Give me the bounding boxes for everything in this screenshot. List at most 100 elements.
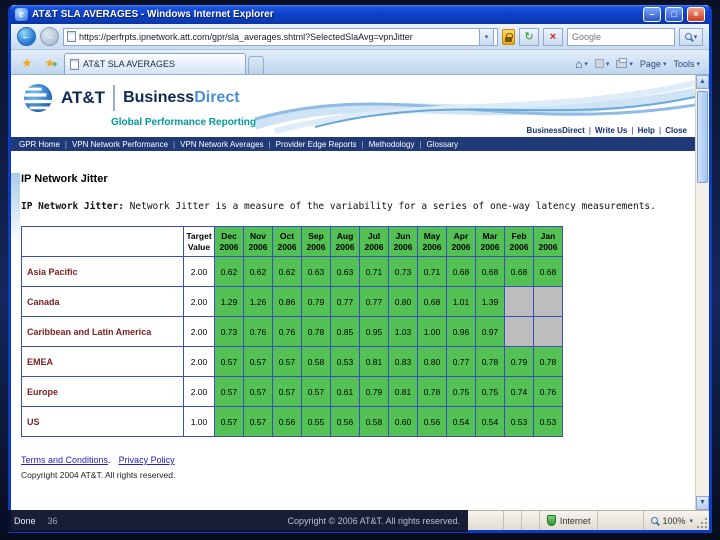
att-globe-icon [23,83,53,113]
region-cell: Caribbean and Latin America [21,316,184,347]
nav-item[interactable]: VPN Network Performance [72,140,168,149]
address-bar[interactable]: ▾ [63,27,498,46]
scroll-thumb[interactable] [697,91,708,183]
value-cell: 0.83 [388,346,418,377]
zoom-magnifier-icon [651,517,659,524]
page-menu-button[interactable]: Page ▾ [640,59,667,69]
url-input[interactable] [79,31,476,42]
separator: | [361,139,364,149]
value-cell-empty [504,316,534,347]
value-cell: 0.57 [214,346,244,377]
month-header: Feb 2006 [504,226,534,257]
utility-link[interactable]: Write Us [595,126,627,135]
feeds-button[interactable]: ▾ [594,59,609,68]
month-header: Jan 2006 [533,226,563,257]
command-toolbar: ⌂ ▾ ▾ ▾ Page ▾ Tools ▾ [575,53,704,74]
printer-icon [616,57,628,68]
status-segment [502,511,521,530]
jitter-table: Target Value Dec 2006 Nov 2006 Oct 2006 Sep 2006 A… [21,226,563,437]
table-row: Asia Pacific 2.00 0.62 0.62 0.62 0.63 0.63 0.71… [21,256,563,287]
nav-item[interactable]: GPR Home [19,140,60,149]
refresh-button[interactable]: ↻ [519,27,539,46]
footer-link[interactable]: Privacy Policy [119,455,175,465]
value-cell: 0.79 [301,286,331,317]
page-menu-label: Page [639,58,661,69]
browser-status-text: Done [14,516,36,526]
value-cell: 0.62 [214,256,244,287]
address-toolbar: ← → ▾ ↻ × ▾ [11,24,709,50]
favorites-center-button[interactable]: ★ [16,54,38,74]
minimize-button[interactable]: – [643,7,661,22]
value-cell: 0.76 [272,316,302,347]
value-cell: 0.68 [417,286,447,317]
value-cell: 0.57 [243,376,273,407]
utility-link[interactable]: Close [665,126,687,135]
value-cell: 0.56 [330,406,360,437]
value-cell: 0.53 [533,406,563,437]
value-cell: 0.54 [446,406,476,437]
resize-grip[interactable] [705,526,707,528]
month-header: Jul 2006 [359,226,389,257]
value-cell: 0.78 [301,316,331,347]
tools-menu-button[interactable]: Tools ▾ [673,59,700,69]
security-zone-indicator[interactable]: Internet [538,511,598,530]
separator: | [173,139,176,149]
month-header: Aug 2006 [330,226,360,257]
region-cell: Canada [21,286,184,317]
brand-direct-text: Direct [194,89,240,106]
value-cell: 0.74 [504,376,534,407]
print-button[interactable]: ▾ [616,57,633,68]
value-cell: 0.76 [243,316,273,347]
utility-link[interactable]: BusinessDirect [527,126,585,135]
nav-item[interactable]: Provider Edge Reports [276,140,357,149]
status-bar-right: Internet 100% ▾ [502,511,709,530]
tab-favicon-icon [70,58,79,70]
value-cell: 0.57 [272,346,302,377]
month-header: Apr 2006 [446,226,476,257]
url-dropdown-button[interactable]: ▾ [479,27,494,46]
page-copyright: Copyright 2004 AT&T. All rights reserved… [21,470,176,480]
add-favorite-button[interactable]: ★+ [40,54,62,74]
search-button[interactable]: ▾ [679,27,703,46]
stop-button[interactable]: × [543,27,563,46]
value-cell: 0.58 [301,346,331,377]
back-button[interactable]: ← [17,27,36,46]
maximize-button[interactable]: □ [665,7,683,22]
nav-item[interactable]: Methodology [369,140,415,149]
home-button[interactable]: ⌂ ▾ [575,58,588,70]
value-cell: 1.03 [388,316,418,347]
value-cell-empty [533,316,563,347]
scroll-down-button[interactable]: ▼ [696,496,709,510]
footer-link[interactable]: Terms and Conditions [21,455,108,465]
nav-item[interactable]: Glossary [427,140,459,149]
tools-menu-label: Tools [673,58,695,69]
value-cell: 0.79 [359,376,389,407]
separator: | [631,126,634,135]
close-button[interactable]: × [687,7,705,22]
value-cell: 0.60 [388,406,418,437]
value-cell: 0.57 [214,406,244,437]
value-cell: 1.39 [475,286,505,317]
value-cell-empty [533,286,563,317]
zoom-control[interactable]: 100% ▾ [643,511,709,530]
security-lock-icon[interactable] [502,28,515,45]
value-cell: 0.76 [533,376,563,407]
forward-button[interactable]: → [40,27,59,46]
brand-business-text: Business [123,89,195,106]
vertical-scrollbar[interactable]: ▲ ▼ [695,75,709,510]
separator: | [64,139,67,149]
value-cell: 1.01 [446,286,476,317]
scroll-up-button[interactable]: ▲ [696,75,709,89]
window-titlebar[interactable]: e AT&T SLA AVERAGES - Windows Internet E… [11,5,709,24]
search-input[interactable] [572,31,670,42]
tab-att-sla-averages[interactable]: AT&T SLA AVERAGES [64,53,246,74]
plus-icon: + [52,59,58,69]
status-segment [520,511,539,530]
search-box[interactable] [567,27,675,46]
utility-link[interactable]: Help [638,126,655,135]
nav-item[interactable]: VPN Network Averages [180,140,263,149]
value-cell: 0.68 [446,256,476,287]
target-cell: 1.00 [183,406,215,437]
chevron-down-icon: ▾ [629,60,633,68]
new-tab-button[interactable] [248,56,264,74]
